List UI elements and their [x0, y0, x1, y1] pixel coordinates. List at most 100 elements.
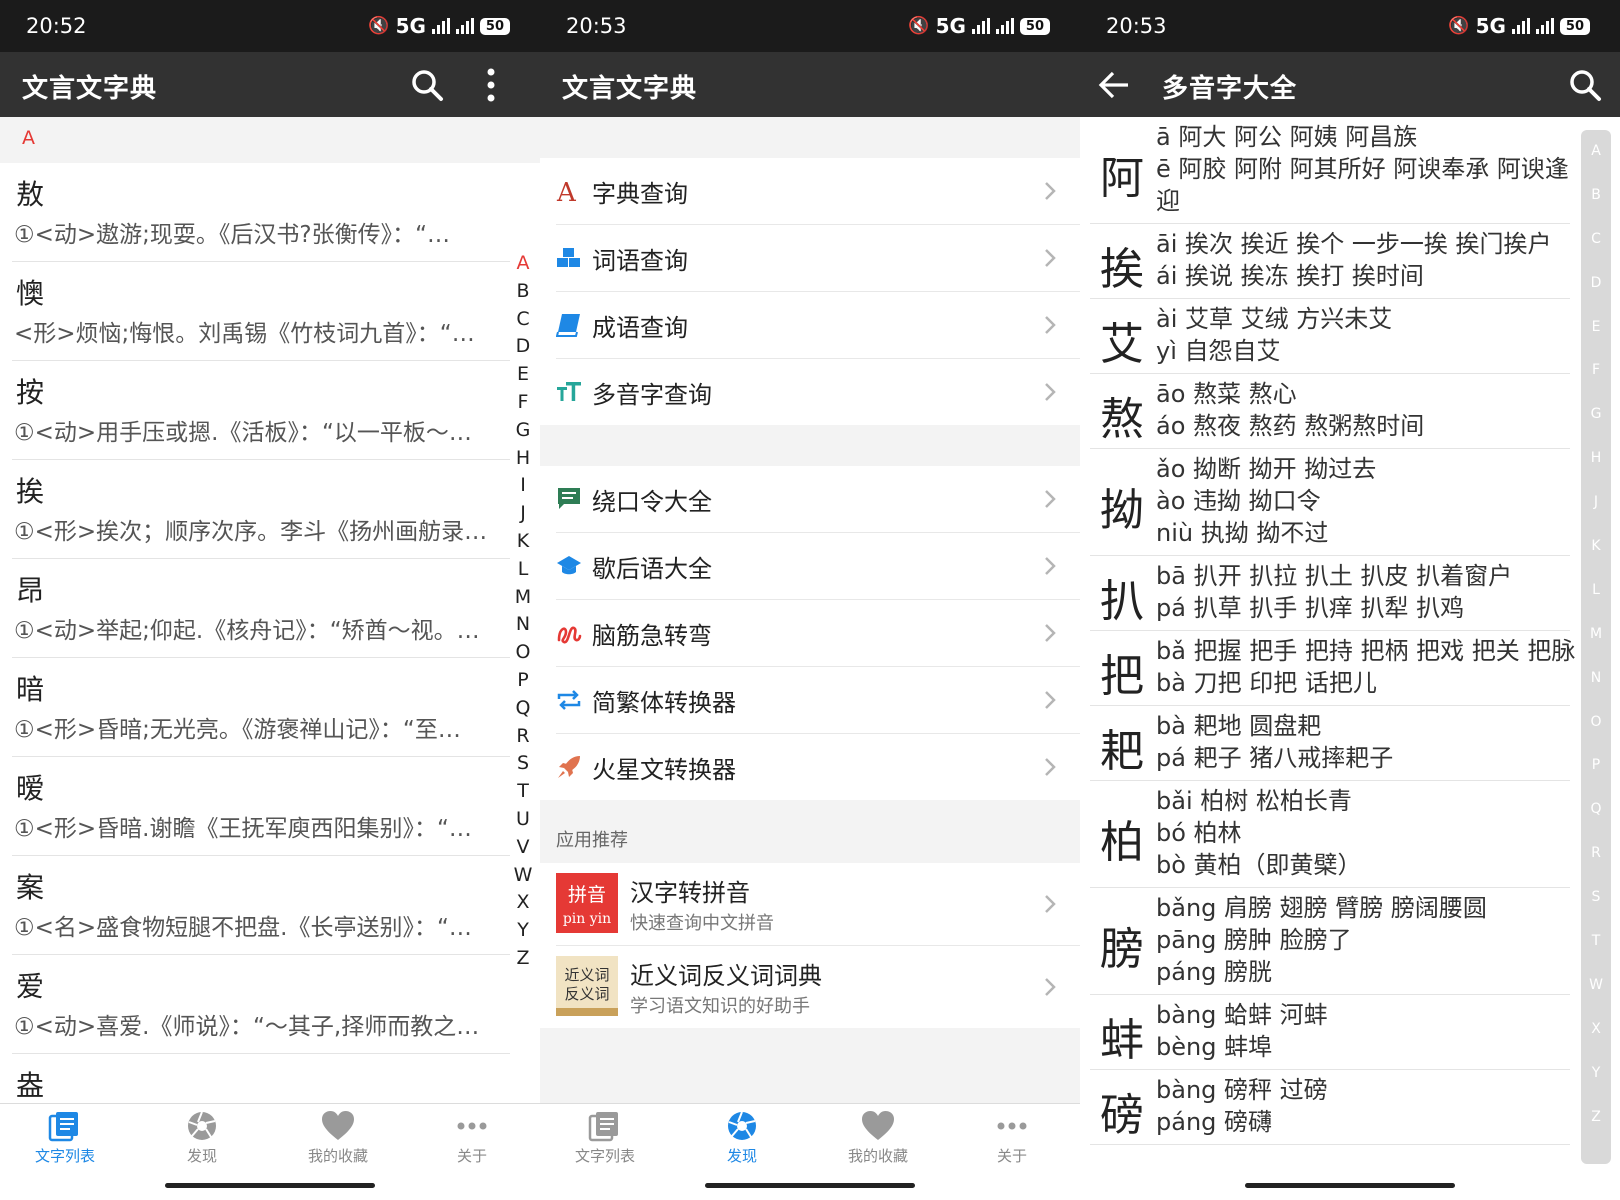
nav-item-discover[interactable]: 发现	[692, 1110, 792, 1166]
index-letter[interactable]: A	[1581, 130, 1611, 174]
index-letter[interactable]: A	[510, 250, 536, 278]
list-item[interactable]: 扒 bā 扒开 扒拉 扒土 扒皮 扒着窗户 pá 扒草 扒手 扒痒 扒犁 扒鸡	[1090, 556, 1570, 631]
index-letter[interactable]: D	[1581, 262, 1611, 306]
index-letter[interactable]: G	[510, 417, 536, 445]
nav-item-discover[interactable]: 发现	[152, 1110, 252, 1166]
index-letter[interactable]: C	[1581, 218, 1611, 262]
index-letter[interactable]: O	[1581, 701, 1611, 745]
index-letter[interactable]: L	[510, 556, 536, 584]
list-item[interactable]: 盎	[12, 1054, 510, 1103]
index-letter[interactable]: Z	[510, 945, 536, 973]
index-letter[interactable]: L	[1581, 569, 1611, 613]
list-item[interactable]: 磅 bàng 磅秤 过磅 páng 磅礴	[1090, 1070, 1570, 1145]
nav-item-favorites[interactable]: 我的收藏	[828, 1110, 928, 1166]
index-letter[interactable]: B	[510, 278, 536, 306]
index-letter[interactable]: E	[510, 361, 536, 389]
index-letter[interactable]: Q	[1581, 788, 1611, 832]
list-item[interactable]: 爱 ①<动>喜爱.《师说》：“～其子,择师而教之…	[12, 955, 510, 1054]
list-item[interactable]: 柏 bǎi 柏树 松柏长青 bó 柏林 bò 黄柏（即黄檗）	[1090, 781, 1570, 888]
list-item[interactable]: 昂 ①<动>举起;仰起.《核舟记》：“矫酋～视。…	[12, 559, 510, 658]
list-item[interactable]: 拗 ǎo 拗断 拗开 拗过去 ào 违拗 拗口令 niù 执拗 拗不过	[1090, 449, 1570, 556]
menu-item-xiehouyu[interactable]: 歇后语大全	[556, 533, 1080, 600]
list-item[interactable]: 挨 āi 挨次 挨近 挨个 一步一挨 挨门挨户 ái 挨说 挨冻 挨打 挨时间	[1090, 224, 1570, 299]
index-letter[interactable]: K	[1581, 525, 1611, 569]
index-letter[interactable]: N	[510, 611, 536, 639]
alphabet-scroll-index[interactable]: ABCDEFGHJKLMNOPQRSTWXYZ	[1581, 130, 1611, 1164]
index-letter[interactable]: W	[1581, 964, 1611, 1008]
index-letter[interactable]: R	[510, 723, 536, 751]
menu-item-simp-trad[interactable]: 简繁体转换器	[556, 667, 1080, 734]
index-letter[interactable]: M	[1581, 613, 1611, 657]
index-letter[interactable]: H	[510, 445, 536, 473]
list-item[interactable]: 暗 ①<形>昏暗;无光亮。《游褒禅山记》：“至…	[12, 658, 510, 757]
list-item[interactable]: 艾 ài 艾草 艾绒 方兴未艾 yì 自怨自艾	[1090, 299, 1570, 374]
index-letter[interactable]: N	[1581, 657, 1611, 701]
search-icon[interactable]	[410, 68, 444, 102]
index-letter[interactable]: P	[510, 667, 536, 695]
list-item[interactable]: 敖 ①<动>遨游;现耍。《后汉书?张衡传》：“…	[12, 163, 510, 262]
index-letter[interactable]: Q	[510, 695, 536, 723]
index-letter[interactable]: Z	[1581, 1096, 1611, 1140]
index-letter[interactable]: U	[510, 806, 536, 834]
index-letter[interactable]: S	[1581, 876, 1611, 920]
list-item[interactable]: 懊 <形>烦恼;悔恨。刘禹锡《竹枝词九首》：“…	[12, 262, 510, 361]
menu-label: 歇后语大全	[592, 555, 712, 583]
index-letter[interactable]: X	[1581, 1008, 1611, 1052]
chevron-right-icon	[1045, 490, 1056, 508]
index-letter[interactable]: M	[510, 584, 536, 612]
index-letter[interactable]: Y	[1581, 1052, 1611, 1096]
list-item[interactable]: 挨 ①<形>挨次；顺序次序。李斗《扬州画舫录…	[12, 460, 510, 559]
index-letter[interactable]: E	[1581, 306, 1611, 350]
index-letter[interactable]: V	[510, 834, 536, 862]
index-letter[interactable]: C	[510, 306, 536, 334]
nav-item-favorites[interactable]: 我的收藏	[288, 1110, 388, 1166]
chevron-right-icon	[1045, 316, 1056, 334]
menu-item-dictionary[interactable]: A 字典查询	[556, 158, 1080, 225]
list-item[interactable]: 案 ①<名>盛食物短腿不把盘.《长亭送别》：“…	[12, 856, 510, 955]
char-definition: ①<动>举起;仰起.《核舟记》：“矫酋～视。…	[14, 618, 480, 644]
list-item[interactable]: 把 bǎ 把握 把手 把持 把柄 把戏 把关 把脉 bà 刀把 印把 话把儿	[1090, 631, 1575, 706]
index-letter[interactable]: Y	[510, 917, 536, 945]
menu-item-idioms[interactable]: 成语查询	[556, 292, 1080, 359]
more-vertical-icon[interactable]	[484, 66, 498, 104]
nav-item-list[interactable]: 文字列表	[555, 1110, 655, 1166]
list-item[interactable]: 按 ①<动>用手压或摁.《活板》：“以一平板～…	[12, 361, 510, 460]
index-letter[interactable]: G	[1581, 393, 1611, 437]
list-item[interactable]: 蚌 bàng 蛤蚌 河蚌 bèng 蚌埠	[1090, 995, 1570, 1070]
menu-item-polyphone[interactable]: 多音字查询	[556, 359, 1080, 425]
index-letter[interactable]: I	[510, 472, 536, 500]
index-letter[interactable]: B	[1581, 174, 1611, 218]
index-letter[interactable]: F	[1581, 349, 1611, 393]
index-letter[interactable]: T	[1581, 920, 1611, 964]
index-letter[interactable]: S	[510, 750, 536, 778]
index-letter[interactable]: D	[510, 333, 536, 361]
nav-item-list[interactable]: 文字列表	[15, 1110, 115, 1166]
nav-item-about[interactable]: 关于	[962, 1110, 1062, 1166]
index-letter[interactable]: X	[510, 889, 536, 917]
alphabet-index[interactable]: ABCDEFGHIJKLMNOPQRSTUVWXYZ	[510, 250, 536, 973]
index-letter[interactable]: F	[510, 389, 536, 417]
index-letter[interactable]: J	[1581, 481, 1611, 525]
index-letter[interactable]: T	[510, 778, 536, 806]
index-letter[interactable]: W	[510, 862, 536, 890]
list-item[interactable]: 耙 bà 耙地 圆盘耙 pá 耙子 猪八戒摔耙子	[1090, 706, 1570, 781]
list-item[interactable]: 熬 āo 熬菜 熬心 áo 熬夜 熬药 熬粥熬时间	[1090, 374, 1570, 449]
index-letter[interactable]: R	[1581, 832, 1611, 876]
menu-item-brain-teaser[interactable]: 脑筋急转弯	[556, 600, 1080, 667]
search-icon[interactable]	[1568, 68, 1602, 102]
index-letter[interactable]: O	[510, 639, 536, 667]
index-letter[interactable]: K	[510, 528, 536, 556]
menu-item-tongue-twister[interactable]: 绕口令大全	[556, 466, 1080, 533]
index-letter[interactable]: H	[1581, 437, 1611, 481]
nav-item-about[interactable]: 关于	[422, 1110, 522, 1166]
recommend-item-pinyin[interactable]: 拼音 pin yin 汉字转拼音 快速查询中文拼音	[556, 863, 1080, 946]
back-arrow-icon[interactable]	[1098, 70, 1130, 100]
list-item[interactable]: 暧 ①<形>昏暗.谢瞻《王抚军庾西阳集别》：“…	[12, 757, 510, 856]
list-item[interactable]: 阿 ā 阿大 阿公 阿姨 阿昌族 ē 阿胶 阿附 阿其所好 阿谀奉承 阿谀逢迎	[1090, 117, 1570, 224]
menu-item-martian-text[interactable]: 火星文转换器	[556, 734, 1080, 800]
menu-item-words[interactable]: 词语查询	[556, 225, 1080, 292]
index-letter[interactable]: J	[510, 500, 536, 528]
index-letter[interactable]: P	[1581, 744, 1611, 788]
list-item[interactable]: 膀 bǎng 肩膀 翅膀 臂膀 膀阔腰圆 pāng 膀肿 脸膀了 páng 膀胱	[1090, 888, 1570, 995]
recommend-item-synonyms[interactable]: 近义词 反义词 近义词反义词词典 学习语文知识的好助手	[556, 946, 1080, 1028]
